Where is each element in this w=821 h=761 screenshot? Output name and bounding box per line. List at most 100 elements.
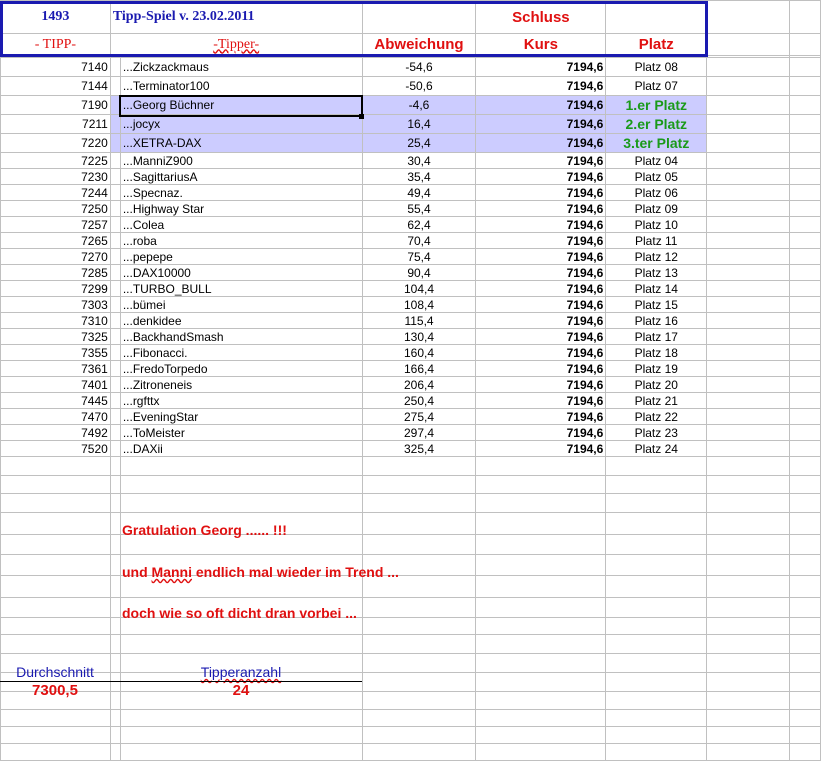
cell[interactable] (109, 440, 121, 457)
cell[interactable] (109, 709, 121, 727)
abweichung-cell[interactable]: 130,4 (361, 328, 477, 345)
cell[interactable] (109, 280, 121, 297)
cell[interactable] (789, 653, 821, 673)
cell[interactable] (789, 264, 821, 281)
tipp-cell[interactable]: 7445 (0, 392, 111, 409)
abweichung-cell[interactable]: 75,4 (361, 248, 477, 265)
platz-cell[interactable]: Platz 16 (605, 312, 708, 329)
cell[interactable] (475, 743, 607, 761)
cell[interactable] (706, 617, 791, 635)
cell[interactable] (789, 296, 821, 313)
cell[interactable] (361, 597, 477, 618)
cell[interactable] (475, 575, 607, 598)
platz-cell[interactable]: Platz 12 (605, 248, 708, 265)
cell[interactable] (706, 280, 791, 297)
platz-cell[interactable]: Platz 09 (605, 200, 708, 217)
platz-cell[interactable]: 2.er Platz (605, 114, 708, 134)
cell[interactable] (109, 328, 121, 345)
cell[interactable] (361, 691, 477, 710)
platz-cell[interactable]: 3.ter Platz (605, 133, 708, 153)
cell[interactable] (475, 534, 607, 555)
cell[interactable] (361, 726, 477, 744)
kurs-cell[interactable]: 7194,6 (475, 168, 607, 185)
cell[interactable] (706, 232, 791, 249)
cell[interactable] (0, 597, 111, 618)
platz-cell[interactable]: Platz 11 (605, 232, 708, 249)
abweichung-header[interactable]: Abweichung (361, 33, 477, 56)
cell[interactable] (361, 534, 477, 555)
cell[interactable] (119, 634, 363, 654)
cell[interactable] (706, 216, 791, 233)
cell[interactable] (706, 653, 791, 673)
cell[interactable] (109, 200, 121, 217)
cell[interactable] (706, 114, 791, 134)
cell[interactable] (706, 152, 791, 169)
cell[interactable] (789, 392, 821, 409)
cell[interactable] (0, 512, 111, 535)
tipper-name-cell[interactable]: ...BackhandSmash (119, 328, 363, 345)
cell[interactable] (789, 709, 821, 727)
kurs-cell[interactable]: 7194,6 (475, 392, 607, 409)
cell[interactable] (0, 554, 111, 576)
cell[interactable] (706, 456, 791, 476)
cell[interactable] (361, 743, 477, 761)
cell[interactable] (789, 133, 821, 153)
tipp-header[interactable]: - TIPP- (0, 33, 111, 56)
tipp-cell[interactable]: 7285 (0, 264, 111, 281)
cell[interactable] (0, 475, 111, 494)
cell[interactable] (789, 493, 821, 513)
cell[interactable] (119, 493, 363, 513)
tipp-cell[interactable]: 7325 (0, 328, 111, 345)
cell[interactable] (706, 344, 791, 361)
cell[interactable] (0, 634, 111, 654)
cell[interactable] (0, 617, 111, 635)
cell[interactable] (706, 672, 791, 692)
cell[interactable] (109, 95, 121, 115)
platz-cell[interactable]: Platz 17 (605, 328, 708, 345)
cell[interactable] (109, 344, 121, 361)
cell[interactable] (706, 184, 791, 201)
tipp-cell[interactable]: 7299 (0, 280, 111, 297)
cell[interactable] (706, 57, 791, 77)
cell[interactable] (0, 534, 111, 555)
tipp-cell[interactable]: 7220 (0, 133, 111, 153)
cell[interactable] (789, 575, 821, 598)
tipper-name-cell[interactable]: ...Highway Star (119, 200, 363, 217)
tipper-name-cell[interactable]: ...SagittariusA (119, 168, 363, 185)
cell[interactable] (109, 184, 121, 201)
abweichung-cell[interactable]: -4,6 (361, 95, 477, 115)
cell[interactable] (605, 691, 708, 710)
kurs-cell[interactable]: 7194,6 (475, 216, 607, 233)
cell[interactable] (109, 264, 121, 281)
cell[interactable] (605, 0, 708, 34)
cell[interactable] (109, 408, 121, 425)
abweichung-cell[interactable]: 160,4 (361, 344, 477, 361)
cell[interactable] (789, 672, 821, 692)
cell[interactable] (109, 634, 121, 654)
cell[interactable] (706, 328, 791, 345)
platz-cell[interactable]: Platz 07 (605, 76, 708, 96)
tipper-name-cell[interactable]: ...ManniZ900 (119, 152, 363, 169)
platz-cell[interactable]: Platz 22 (605, 408, 708, 425)
cell[interactable] (789, 280, 821, 297)
platz-cell[interactable]: Platz 21 (605, 392, 708, 409)
cell[interactable] (475, 512, 607, 535)
cell[interactable] (475, 691, 607, 710)
platz-cell[interactable]: Platz 05 (605, 168, 708, 185)
kurs-cell[interactable]: 7194,6 (475, 360, 607, 377)
tipper-name-cell[interactable]: ...DAX10000 (119, 264, 363, 281)
platz-header[interactable]: Platz (605, 33, 708, 56)
platz-cell[interactable]: Platz 15 (605, 296, 708, 313)
cell[interactable] (109, 424, 121, 441)
tipp-cell[interactable]: 7211 (0, 114, 111, 134)
cell[interactable] (605, 493, 708, 513)
cell[interactable] (789, 376, 821, 393)
cell[interactable] (109, 76, 121, 96)
cell[interactable] (605, 709, 708, 727)
abweichung-cell[interactable]: 90,4 (361, 264, 477, 281)
fill-handle[interactable] (359, 114, 364, 119)
tipp-cell[interactable]: 7250 (0, 200, 111, 217)
cell[interactable] (789, 634, 821, 654)
kurs-cell[interactable]: 7194,6 (475, 200, 607, 217)
cell[interactable] (0, 456, 111, 476)
